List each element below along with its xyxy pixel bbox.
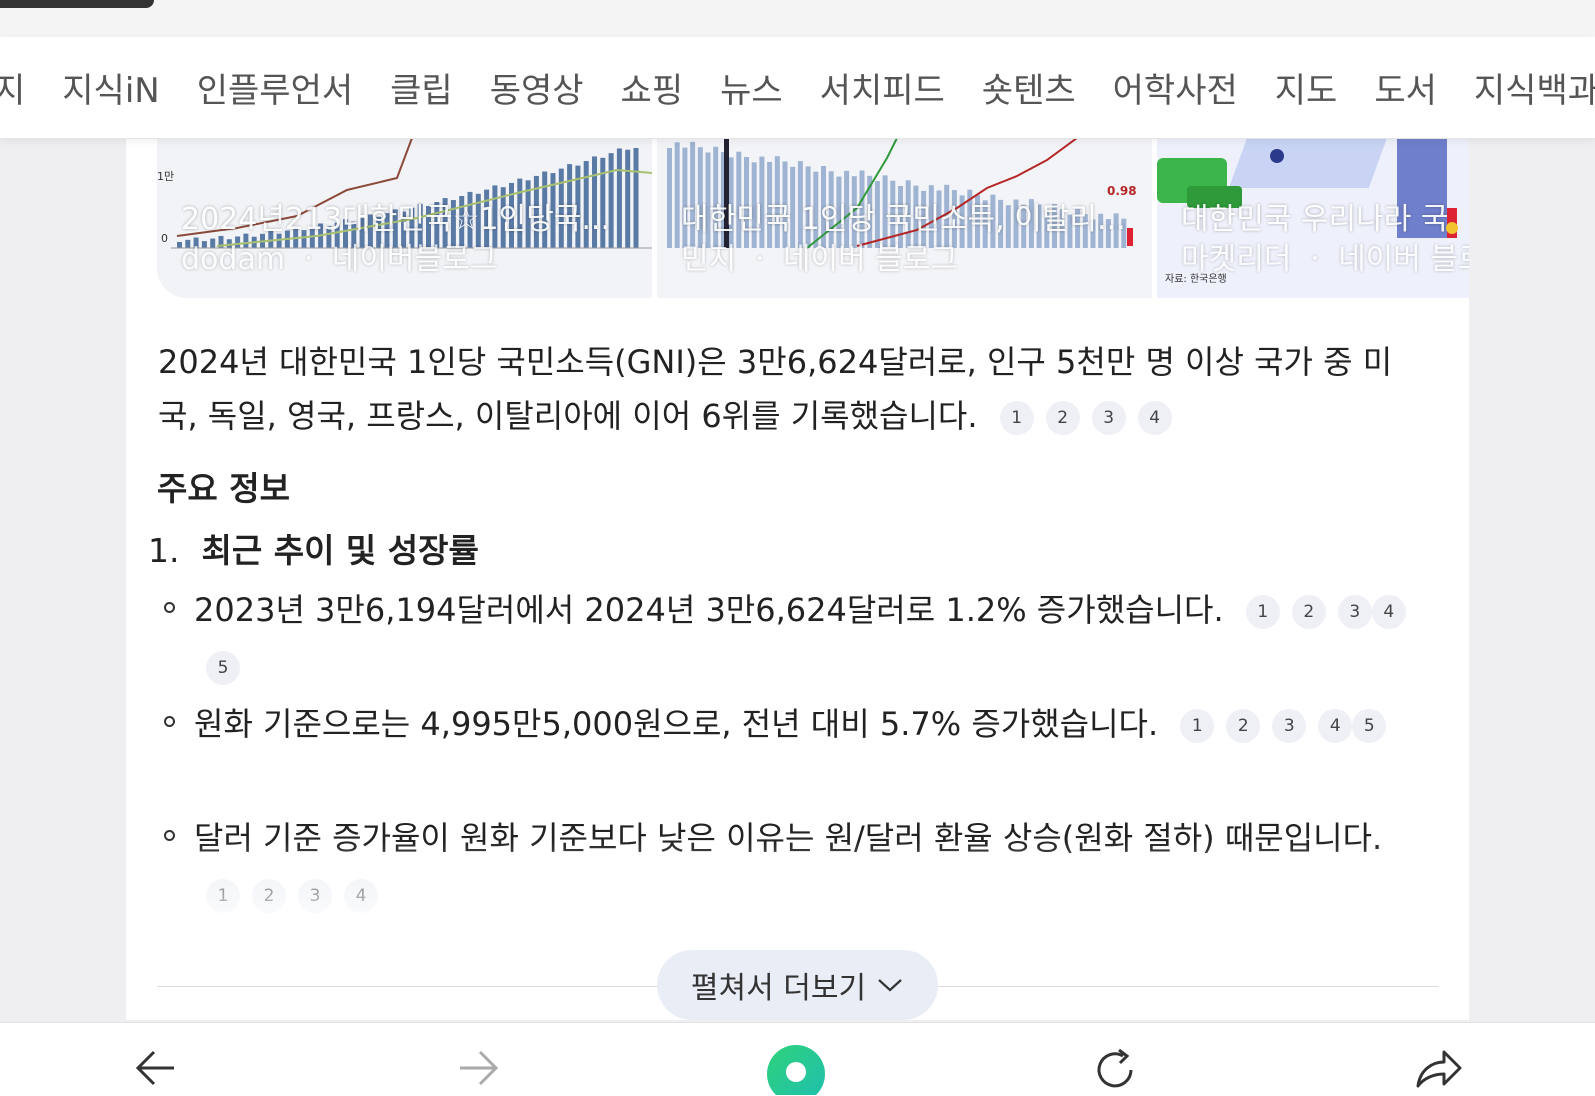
citation-chip[interactable]: 2 — [1291, 595, 1326, 629]
thumbnail-2[interactable]: 0.98 대한민국 1인당 국민소득, 이탈리... 민지 ㆍ 네이버 블로그 — [657, 138, 1152, 298]
citation-chip[interactable]: 1 — [999, 401, 1034, 435]
citation-chip[interactable]: 2 — [1045, 401, 1080, 435]
tab-influencer[interactable]: 인플루언서 — [197, 63, 353, 112]
share-icon[interactable] — [1414, 1048, 1462, 1090]
thumbnail-bar — [667, 148, 672, 248]
home-icon[interactable] — [766, 1044, 826, 1095]
address-fragment — [0, 0, 154, 8]
subsection-title: 최근 추이 및 성장률 — [201, 531, 479, 570]
thumbnail-1-zero: 0 — [161, 232, 168, 245]
thumbnail-bar — [616, 148, 622, 248]
thumbnail-1-title: 2024년213대한민국☆1인당국... — [181, 202, 610, 237]
reload-icon[interactable] — [1093, 1048, 1139, 1094]
expand-more-label: 펼쳐서 더보기 — [690, 971, 867, 1006]
thumbnail-2-title: 대한민국 1인당 국민소득, 이탈리... — [681, 202, 1126, 237]
citation-chip[interactable]: 3 — [1091, 401, 1126, 435]
section-title: 주요 정보 — [157, 469, 290, 508]
citation-chip[interactable]: 3 — [1337, 595, 1372, 629]
citation-chip[interactable]: 1 — [1180, 709, 1215, 743]
expand-more-button[interactable]: 펼쳐서 더보기 — [657, 950, 938, 1020]
subsection-number: 1. — [148, 531, 180, 570]
tab-kin[interactable]: 지식iN — [62, 63, 159, 112]
citation-chip[interactable]: 4 — [1137, 401, 1172, 435]
back-arrow-icon[interactable] — [134, 1048, 178, 1088]
tab-map[interactable]: 지도 — [1275, 63, 1338, 112]
citation-chip[interactable]: 1 — [1245, 595, 1280, 629]
tab-video[interactable]: 동영상 — [490, 63, 584, 112]
tab-shortents[interactable]: 숏텐츠 — [982, 63, 1076, 112]
thumbnail-3-title: 대한민국 우리나라 국 — [1181, 202, 1449, 237]
thumbnail-3-source: 마켓리더 ㆍ 네이버 블로그 — [1181, 242, 1469, 277]
summary-text: 2024년 대한민국 1인당 국민소득(GNI)은 3만6,624달러로, 인구… — [158, 343, 1393, 435]
bullet-text: 2023년 3만6,194달러에서 2024년 3만6,624달러로 1.2% … — [194, 591, 1224, 629]
tab-books[interactable]: 도서 — [1374, 63, 1437, 112]
tab-clip[interactable]: 클립 — [390, 63, 453, 112]
citation-chip[interactable]: 5 — [206, 651, 240, 685]
forward-arrow-icon[interactable] — [456, 1048, 500, 1088]
tab-searchfeed[interactable]: 서치피드 — [820, 63, 945, 112]
search-tab-bar: 지 지식iN 인플루언서 클립 동영상 쇼핑 뉴스 서치피드 숏텐츠 어학사전 … — [0, 37, 1595, 139]
bullet-item-2: 원화 기준으로는 4,995만5,000원으로, 전년 대비 5.7% 증가했습… — [194, 696, 1424, 752]
thumbnail-bar — [625, 149, 631, 248]
tab-encyclopedia[interactable]: 지식백과 — [1474, 63, 1595, 112]
bullet-item-1: 2023년 3만6,194달러에서 2024년 3만6,624달러로 1.2% … — [194, 582, 1424, 694]
thumbnail-1-tick: 1만 — [157, 170, 174, 183]
chevron-down-icon — [878, 979, 902, 992]
tab-news[interactable]: 뉴스 — [720, 63, 783, 112]
summary-paragraph: 2024년 대한민국 1인당 국민소득(GNI)은 3만6,624달러로, 인구… — [158, 335, 1408, 443]
bullet-text: 원화 기준으로는 4,995만5,000원으로, 전년 대비 5.7% 증가했습… — [194, 705, 1159, 743]
tab-shopping[interactable]: 쇼핑 — [621, 63, 684, 112]
thumbnail-1-source: dodam ㆍ 네이버블로그 — [181, 242, 498, 277]
tab-prev[interactable]: 지 — [0, 63, 25, 112]
citation-chip[interactable]: 5 — [1352, 709, 1387, 743]
bullet-marker — [164, 716, 175, 727]
subsection-heading: 1. 최근 추이 및 성장률 — [148, 524, 479, 572]
thumbnail-bar — [674, 142, 680, 248]
thumbnail-2-source: 민지 ㆍ 네이버 블로그 — [681, 242, 959, 277]
citation-chip[interactable]: 3 — [1272, 709, 1307, 743]
content-fade — [126, 840, 1469, 940]
tab-dictionary[interactable]: 어학사전 — [1113, 63, 1238, 112]
image-thumbnails: 1만 0 2024년213대한민국☆1인당국... dodam ㆍ 네이버블로그… — [157, 138, 1469, 298]
thumbnail-3[interactable]: 자료: 한국은행 대한민국 우리나라 국 마켓리더 ㆍ 네이버 블로그 — [1157, 138, 1469, 298]
bullet-marker — [164, 602, 175, 613]
citation-chip[interactable]: 4 — [1371, 595, 1406, 629]
citation-chip[interactable]: 2 — [1226, 709, 1261, 743]
thumbnail-1[interactable]: 1만 0 2024년213대한민국☆1인당국... dodam ㆍ 네이버블로그 — [157, 138, 652, 298]
thumbnail-bar — [633, 148, 639, 248]
status-strip — [0, 0, 1595, 37]
citation-chip[interactable]: 4 — [1318, 709, 1353, 743]
